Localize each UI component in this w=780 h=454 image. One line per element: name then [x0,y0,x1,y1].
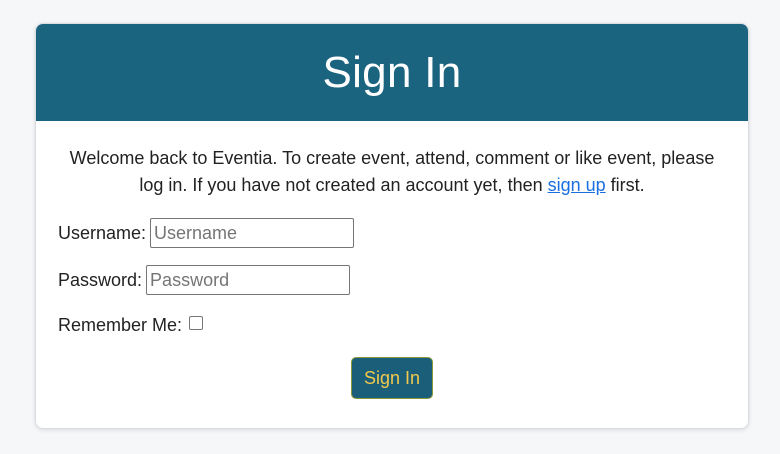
password-input[interactable] [146,265,351,295]
password-label: Password: [58,269,143,290]
signin-button[interactable]: Sign In [351,357,433,399]
signin-card: Sign In Welcome back to Eventia. To crea… [35,23,749,429]
remember-me-label: Remember Me: [58,315,183,335]
remember-me-checkbox[interactable] [189,315,204,330]
password-row: Password: [58,265,726,295]
intro-text: Welcome back to Eventia. To create event… [58,145,726,199]
card-header: Sign In [36,24,748,121]
signup-link[interactable]: sign up [548,175,606,195]
remember-row: Remember Me: [58,315,726,336]
submit-wrap: Sign In [58,357,726,399]
username-label: Username: [58,222,147,243]
page-title: Sign In [322,47,462,97]
username-row: Username: [58,218,726,248]
card-body: Welcome back to Eventia. To create event… [36,121,748,399]
intro-text-after: first. [605,175,645,195]
username-input[interactable] [150,218,355,248]
